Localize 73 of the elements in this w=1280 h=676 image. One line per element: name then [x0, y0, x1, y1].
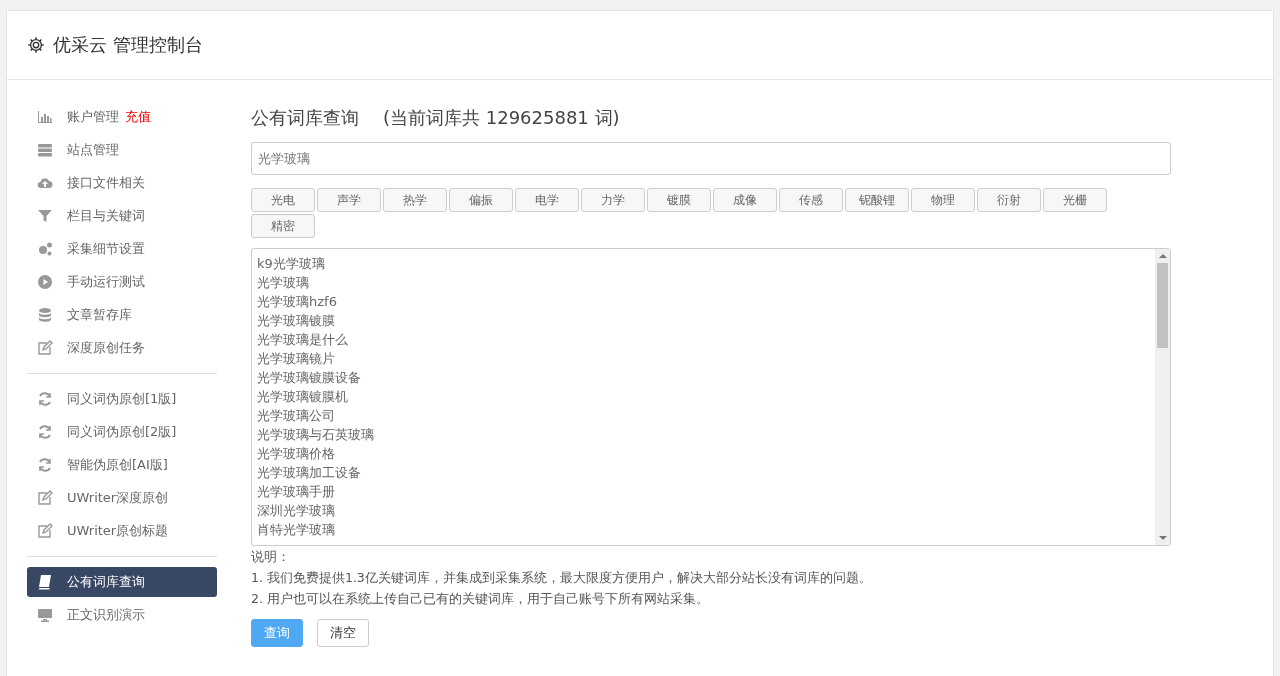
tag-button[interactable]: 热学: [383, 188, 447, 212]
sidebar-item[interactable]: 栏目与关键词: [27, 201, 217, 231]
database-icon: [37, 307, 53, 323]
bar-chart-icon: [37, 109, 53, 125]
sidebar-item[interactable]: 深度原创任务: [27, 333, 217, 363]
monitor-icon: [37, 607, 53, 623]
sidebar-item[interactable]: 同义词伪原创[2版]: [27, 417, 217, 447]
notes-heading: 说明：: [251, 548, 291, 566]
note-text: 2. 用户也可以在系统上传自己已有的关键词库，用于自己账号下所有网站采集。: [251, 590, 710, 608]
word-count-note: (当前词库共 129625881 词): [383, 106, 620, 130]
refresh-icon: [37, 391, 53, 407]
result-item: 光学玻璃镀膜: [257, 312, 336, 330]
sidebar-item[interactable]: 站点管理: [27, 135, 217, 165]
edit-icon: [37, 523, 53, 539]
sidebar-item[interactable]: 同义词伪原创[1版]: [27, 384, 217, 414]
refresh-icon: [37, 424, 53, 440]
result-item: 光学玻璃镀膜机: [257, 388, 349, 406]
play-icon: [37, 274, 53, 290]
tag-button[interactable]: 成像: [713, 188, 777, 212]
tag-button[interactable]: 衍射: [977, 188, 1041, 212]
sidebar-item[interactable]: 采集细节设置: [27, 234, 217, 264]
tag-button[interactable]: 传感: [779, 188, 843, 212]
server-icon: [37, 142, 53, 158]
sidebar-item[interactable]: 账户管理 充值: [27, 102, 217, 132]
scroll-up-icon[interactable]: [1158, 253, 1167, 259]
result-item: 光学玻璃与石英玻璃: [257, 426, 375, 444]
tag-button[interactable]: 铌酸锂: [845, 188, 909, 212]
tag-button[interactable]: 电学: [515, 188, 579, 212]
sidebar-item[interactable]: 智能伪原创[AI版]: [27, 450, 217, 480]
result-item: 光学玻璃: [257, 274, 310, 292]
sidebar-item[interactable]: 正文识别演示: [27, 600, 217, 630]
book-icon: [37, 574, 53, 590]
sidebar-item[interactable]: 文章暂存库: [27, 300, 217, 330]
scroll-thumb[interactable]: [1157, 263, 1168, 348]
clear-button[interactable]: 清空: [317, 619, 369, 647]
result-item: 光学玻璃价格: [257, 445, 336, 463]
result-item: 光学玻璃镀膜设备: [257, 369, 362, 387]
result-item: 深圳光学玻璃: [257, 502, 336, 520]
cloud-upload-icon: [37, 175, 53, 191]
sidebar-item[interactable]: 接口文件相关: [27, 168, 217, 198]
sidebar-item[interactable]: 公有词库查询: [27, 567, 217, 597]
tag-button[interactable]: 声学: [317, 188, 381, 212]
sidebar-item[interactable]: 手动运行测试: [27, 267, 217, 297]
result-item: 光学玻璃手册: [257, 483, 336, 501]
result-item: 光学玻璃镜片: [257, 350, 336, 368]
sidebar-item[interactable]: UWriter原创标题: [27, 516, 217, 546]
scrollbar[interactable]: [1155, 249, 1170, 545]
sidebar-item[interactable]: UWriter深度原创: [27, 483, 217, 513]
tag-button[interactable]: 偏振: [449, 188, 513, 212]
page-title: 公有词库查询: [251, 106, 359, 130]
tag-button[interactable]: 光电: [251, 188, 315, 212]
tag-button[interactable]: 光栅: [1043, 188, 1107, 212]
note-text: 1. 我们免费提供1.3亿关键词库，并集成到采集系统，最大限度方便用户，解决大部分站长没有词库的问题。: [251, 569, 873, 587]
tag-button[interactable]: 物理: [911, 188, 975, 212]
result-item: 肖特光学玻璃: [257, 521, 336, 539]
edit-icon: [37, 490, 53, 506]
tag-button[interactable]: 精密: [251, 214, 315, 238]
console-title: 优采云 管理控制台: [53, 33, 203, 57]
result-item: k9光学玻璃: [257, 255, 326, 273]
results-box[interactable]: k9光学玻璃 光学玻璃 光学玻璃hzf6 光学玻璃镀膜 光学玻璃是什么 光学玻璃镜片 光学玻璃镀膜设备 光学玻璃镀膜机 光学玻璃公司 光学玻璃与石英玻璃 光学玻璃价格 光学玻璃加工设备 光学玻璃手册 深圳光学玻璃 肖特光学玻璃: [251, 248, 1171, 546]
tag-button[interactable]: 力学: [581, 188, 645, 212]
settings-icon: [27, 36, 45, 54]
result-item: 光学玻璃是什么: [257, 331, 349, 349]
result-item: 光学玻璃加工设备: [257, 464, 362, 482]
scroll-down-icon[interactable]: [1158, 535, 1167, 541]
search-field[interactable]: 光学玻璃: [251, 142, 1171, 175]
refresh-icon: [37, 457, 53, 473]
recharge-link[interactable]: 充值: [125, 108, 151, 126]
result-item: 光学玻璃公司: [257, 407, 336, 425]
result-item: 光学玻璃hzf6: [257, 293, 338, 311]
tag-button[interactable]: 镀膜: [647, 188, 711, 212]
filter-icon: [37, 208, 53, 224]
edit-icon: [37, 340, 53, 356]
